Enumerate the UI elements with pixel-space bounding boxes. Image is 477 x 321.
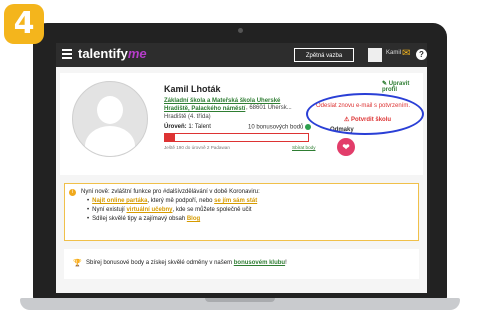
list-item: Sdílej skvělé tipy a zajímavý obsah Blog [87,216,257,222]
laptop-screen: talentifyme Zpětná vazba Kamil ✉ ? Kamil… [56,43,427,293]
nav-user-name[interactable]: Kamil [386,50,401,56]
help-icon[interactable]: ? [416,49,427,60]
top-navbar: talentifyme Zpětná vazba Kamil ✉ ? [56,43,427,67]
edit-profile-link[interactable]: ✎ Upravit profil [382,80,423,93]
school-address: , 68601 Uhersk... [246,105,292,111]
news-list: Najít online partáka, který mě podpoří, … [87,198,257,225]
bonus-club-text: Sbírej bonusové body a získej skvělé odm… [86,260,287,266]
progress-note: Ještě 190 do úrovně 2 Padawan [164,145,230,150]
profile-name: Kamil Lhoták [164,84,221,94]
online-partner-link[interactable]: Najít online partáka [92,198,147,204]
info-icon[interactable] [305,124,312,130]
city-class: Hradiště (4. třída) [164,114,211,120]
become-partner-link[interactable]: se jím sám stát [214,198,257,204]
step-number-badge: 4 [4,4,44,44]
list-item: Najít online partáka, který mě podpoří, … [87,198,257,204]
app-logo[interactable]: talentifyme [78,46,147,61]
virtual-classrooms-link[interactable]: virtuální učebny [126,207,172,213]
notification-bell-icon[interactable]: ✉ [402,48,410,59]
bonus-club-link[interactable]: bonusovém klubu [234,260,285,266]
collect-points-link[interactable]: Sbírat body [292,145,316,150]
news-box: i Nyní nově: zvláštní funkce pro #dalšív… [64,183,419,241]
laptop-notch [205,298,275,302]
blog-link[interactable]: Blog [187,216,200,222]
trophy-icon: 🏆 [73,260,82,267]
level-progress-bar [164,133,309,142]
news-headline: Nyní nově: zvláštní funkce pro #dalšívzd… [81,189,260,195]
laptop-camera [238,28,243,33]
bonus-points: 10 bonusových bodů [248,124,312,131]
reward-badge-icon[interactable]: ❤ [337,138,355,156]
highlight-annotation [306,93,424,135]
bonus-club-box: 🏆 Sbírej bonusové body a získej skvělé o… [64,249,419,279]
level-text: Úroveň: 1: Talent [164,124,211,130]
menu-icon[interactable] [62,49,72,61]
avatar[interactable] [368,48,382,62]
list-item: Nyní existují virtuální učebny, kde se m… [87,207,257,213]
profile-card: Kamil Lhoták Základní škola a Mateřská š… [60,73,424,175]
info-icon: i [69,189,76,196]
profile-avatar [72,81,148,157]
feedback-button[interactable]: Zpětná vazba [294,48,354,62]
